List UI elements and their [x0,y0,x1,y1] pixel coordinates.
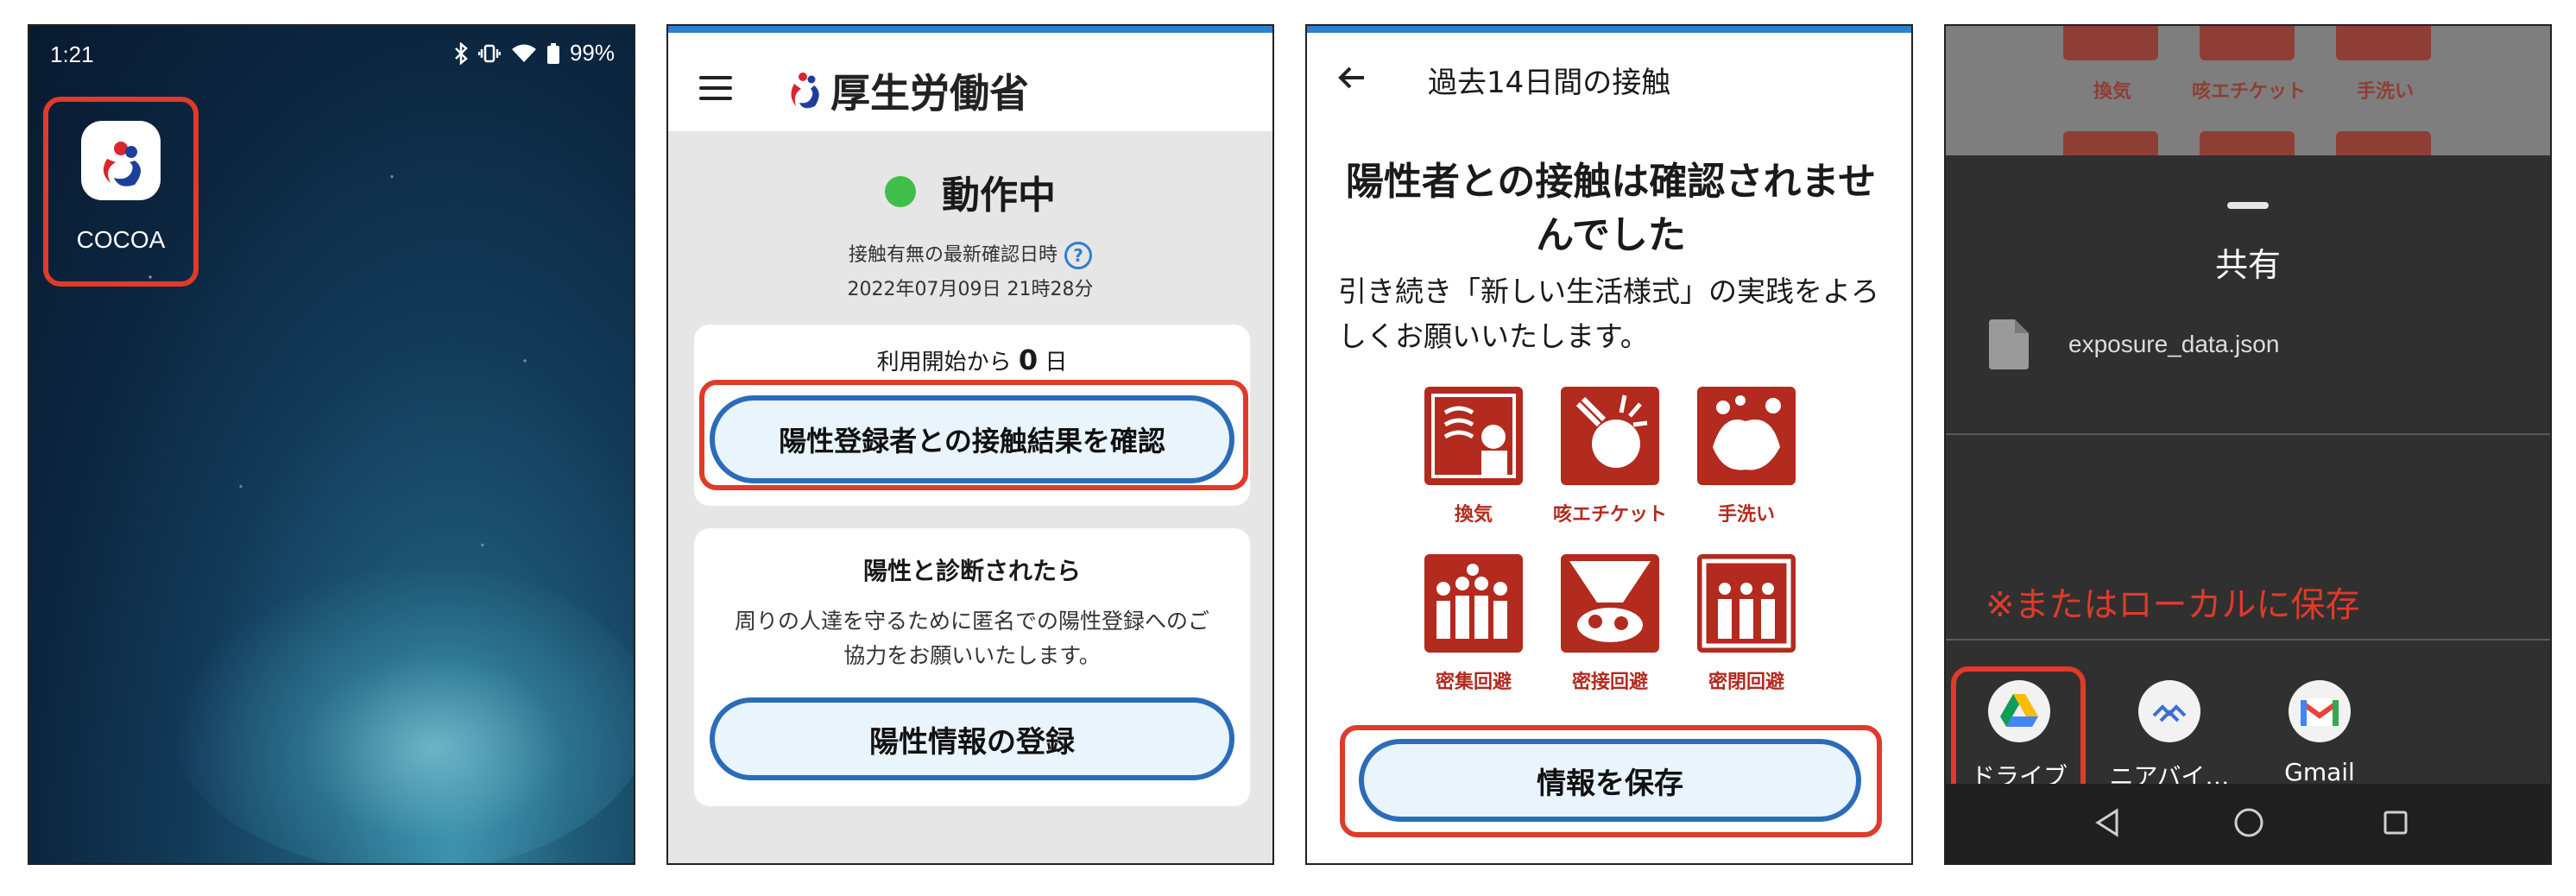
status-time: 1:21 [50,41,94,67]
file-name: exposure_data.json [2068,331,2280,357]
nav-recents-icon[interactable] [2383,810,2409,836]
app-bar: 過去14日間の接触 [1307,33,1911,119]
last-check-label: 接触有無の最新確認日時 [848,244,1058,266]
exposure-result: 陽性者との接触は確認されませんでした [1345,160,1877,257]
wifi-icon [511,44,536,62]
mhlw-emblem-icon [791,73,819,109]
share-sheet-panel: 換気 咳エチケット 手洗い 共有 exposure_data.json ※または… [1944,24,2552,865]
continue-message: 引き続き「新しい生活様式」の実践をよろしくお願いいたします。 [1338,274,1879,353]
drag-handle[interactable] [2227,202,2269,209]
share-sheet: 共有 exposure_data.json ※またはローカルに保存 ドライブ ニ… [1946,155,2550,863]
divider [1946,433,2550,435]
share-title: 共有 [2214,246,2281,284]
vibrate-icon [477,44,501,62]
dimmed-tile [2336,26,2431,60]
bluetooth-icon [455,41,468,65]
top-accent-bar [668,26,1272,33]
tile-label-ventilation: 換気 [1454,504,1493,526]
last-check-block: 接触有無の最新確認日時? 2022年07月09日 21時28分 [668,238,1272,307]
highlight-app-icon [43,97,199,287]
battery-percent: 99% [569,40,615,66]
nav-home-icon[interactable] [2232,806,2265,839]
shared-file-row: exposure_data.json [1989,319,2279,369]
status-bar: 1:21 99% [29,26,634,81]
mhlw-logo: 厚生労働省 [784,62,1029,119]
top-accent-bar [1307,26,1911,33]
ventilation-tile-icon [1424,387,1523,485]
share-app-gmail[interactable]: Gmail [2255,680,2384,786]
dimmed-tile [2063,26,2158,60]
highlight-save-button [1340,725,1882,837]
navigation-bar [1946,784,2550,863]
status-icons: 99% [454,40,615,66]
local-save-note: ※またはローカルに保存 [1986,585,2360,625]
menu-icon[interactable] [699,76,732,100]
tile-label-cough-etiquette: 咳エチケット [1552,504,1667,526]
avoid-close-contact-tile-icon [1561,554,1659,653]
dimmed-tile [2063,131,2158,155]
cough-etiquette-tile-icon [1561,387,1659,485]
gmail-icon [2289,680,2351,742]
highlight-check-button [699,380,1248,490]
tile-label-avoid-close-contact: 密接回避 [1571,672,1648,693]
dimmed-tile [2336,131,2431,155]
dimmed-label-ventilation: 換気 [2093,81,2131,103]
last-check-date: 2022年07月09日 21時28分 [847,279,1094,300]
mhlw-logo-text: 厚生労働省 [830,70,1029,117]
file-icon [1989,319,2029,369]
divider [1946,639,2550,640]
avoid-closed-space-tile-icon [1697,554,1796,653]
back-arrow-icon[interactable] [1335,60,1369,95]
wallpaper-nebula [167,561,634,863]
nearby-share-icon [2138,680,2200,742]
tile-label-avoid-crowds: 密集回避 [1435,672,1512,693]
positive-description: 周りの人達を守るために匿名での陽性登録へのご協力をお願いいたします。 [734,609,1209,668]
status-row: 動作中 [668,164,1272,219]
positive-card: 陽性と診断されたら 周りの人達を守るために匿名での陽性登録へのご協力をお願いいた… [694,528,1250,806]
help-icon[interactable]: ? [1064,242,1092,269]
tile-label-handwashing: 手洗い [1717,504,1775,526]
avoid-crowds-tile-icon [1424,554,1523,653]
usage-days: 利用開始から 0 日 [876,344,1068,376]
dimmed-background: 換気 咳エチケット 手洗い [1946,26,2550,155]
dimmed-tile [2200,131,2295,155]
page-title: 過去14日間の接触 [1428,66,1671,100]
usage-days-count: 0 [1018,344,1039,376]
active-status-icon [885,176,916,207]
share-app-nearby[interactable]: ニアバイ… [2105,680,2234,792]
nav-back-icon[interactable] [2094,808,2122,837]
tile-label-avoid-closed-space: 密閉回避 [1708,672,1784,693]
handwashing-tile-icon [1697,387,1796,485]
positive-heading: 陽性と診断されたら [862,557,1081,585]
register-positive-button[interactable]: 陽性情報の登録 [710,697,1234,780]
dimmed-tile [2200,26,2295,60]
status-text: 動作中 [942,174,1056,218]
home-screen-panel: 1:21 99% COCOA [28,24,635,865]
share-app-label-gmail: Gmail [2284,758,2355,786]
app-bar: 厚生労働省 [668,33,1272,131]
exposure-screen-panel: 過去14日間の接触 陽性者との接触は確認されませんでした 引き続き「新しい生活様… [1305,24,1913,865]
dimmed-label-cough-etiquette: 咳エチケット [2191,81,2306,103]
main-screen-panel: 厚生労働省 動作中 接触有無の最新確認日時? 2022年07月09日 21時28… [666,24,1274,865]
dimmed-label-handwashing: 手洗い [2356,81,2414,103]
battery-icon [546,42,559,64]
